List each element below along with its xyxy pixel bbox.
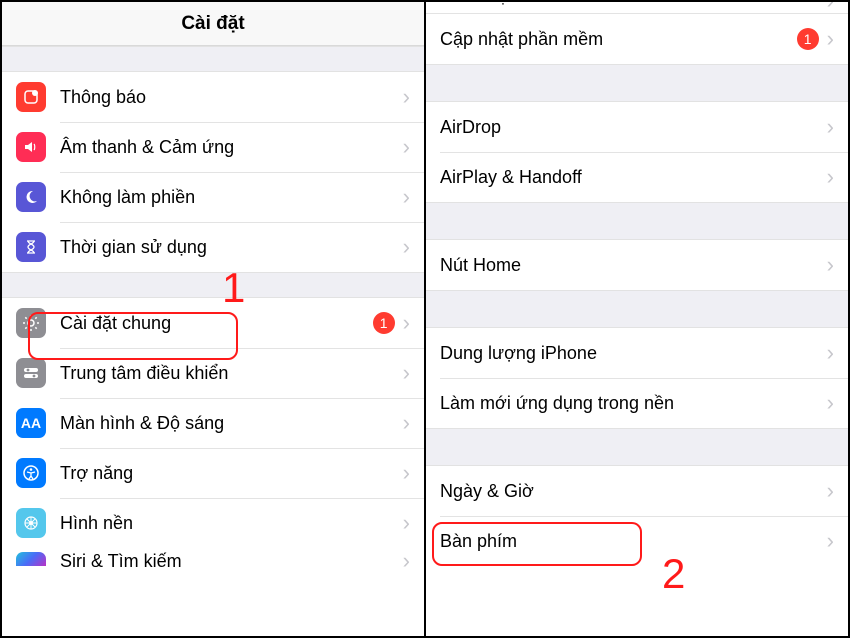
row-notifications[interactable]: Thông báo ›: [2, 72, 424, 122]
chevron-right-icon: ›: [403, 86, 410, 108]
chevron-right-icon: ›: [827, 28, 834, 50]
settings-title-label: Cài đặt: [181, 13, 244, 35]
row-software-update[interactable]: Cập nhật phần mềm 1 ›: [426, 14, 848, 64]
row-label: Trợ năng: [60, 463, 403, 484]
chevron-right-icon: ›: [403, 136, 410, 158]
group-separator: [2, 272, 424, 298]
chevron-right-icon: ›: [403, 186, 410, 208]
row-label: Hình nền: [60, 513, 403, 534]
row-airplay-handoff[interactable]: AirPlay & Handoff ›: [426, 152, 848, 202]
row-label: Cập nhật phần mềm: [440, 29, 797, 50]
chevron-right-icon: ›: [827, 342, 834, 364]
row-iphone-storage[interactable]: Dung lượng iPhone ›: [426, 328, 848, 378]
chevron-right-icon: ›: [403, 412, 410, 434]
row-home-button[interactable]: Nút Home ›: [426, 240, 848, 290]
chevron-right-icon: ›: [827, 116, 834, 138]
row-control-center[interactable]: Trung tâm điều khiển ›: [2, 348, 424, 398]
gear-icon: [16, 308, 46, 338]
chevron-right-icon: ›: [403, 312, 410, 334]
row-wallpaper[interactable]: Hình nền ›: [2, 498, 424, 548]
row-label: Màn hình & Độ sáng: [60, 413, 403, 434]
chevron-right-icon: ›: [827, 480, 834, 502]
general-settings-pane: Giới thiệu › Cập nhật phần mềm 1 › AirDr…: [426, 2, 848, 636]
row-airdrop[interactable]: AirDrop ›: [426, 102, 848, 152]
annotation-number-2: 2: [662, 550, 685, 598]
row-label: Không làm phiền: [60, 187, 403, 208]
chevron-right-icon: ›: [827, 530, 834, 552]
chevron-right-icon: ›: [403, 236, 410, 258]
chevron-right-icon: ›: [403, 548, 410, 574]
moon-icon: [16, 182, 46, 212]
row-general[interactable]: Cài đặt chung 1 ›: [2, 298, 424, 348]
row-label: Giới thiệu: [440, 2, 827, 7]
badge-count: 1: [797, 28, 819, 50]
chevron-right-icon: ›: [403, 462, 410, 484]
row-label: Thông báo: [60, 87, 403, 108]
row-label: Nút Home: [440, 255, 827, 276]
row-label: Âm thanh & Cảm ứng: [60, 137, 403, 158]
accessibility-icon: [16, 458, 46, 488]
chevron-right-icon: ›: [403, 362, 410, 384]
text-size-icon: AA: [16, 408, 46, 438]
row-label: Làm mới ứng dụng trong nền: [440, 393, 827, 414]
row-date-time[interactable]: Ngày & Giờ ›: [426, 466, 848, 516]
row-display[interactable]: AA Màn hình & Độ sáng ›: [2, 398, 424, 448]
group-separator: [2, 46, 424, 72]
settings-title: Cài đặt: [2, 2, 424, 46]
group-separator: [426, 202, 848, 240]
toggle-icon: [16, 358, 46, 388]
chevron-right-icon: ›: [827, 392, 834, 414]
annotation-number-1: 1: [222, 264, 245, 312]
hourglass-icon: [16, 232, 46, 262]
row-sounds[interactable]: Âm thanh & Cảm ứng ›: [2, 122, 424, 172]
group-separator: [426, 428, 848, 466]
row-label: Dung lượng iPhone: [440, 343, 827, 364]
settings-root-pane: Cài đặt Thông báo › Âm thanh & Cảm ứng ›…: [2, 2, 426, 636]
notification-icon: [16, 82, 46, 112]
row-label: Ngày & Giờ: [440, 481, 827, 502]
row-label: Siri & Tìm kiếm: [60, 551, 182, 572]
row-dnd[interactable]: Không làm phiền ›: [2, 172, 424, 222]
chevron-right-icon: ›: [403, 512, 410, 534]
sound-icon: [16, 132, 46, 162]
row-label: AirPlay & Handoff: [440, 167, 827, 188]
row-siri-cut[interactable]: Siri & Tìm kiếm ›: [2, 548, 424, 566]
group-separator: [426, 64, 848, 102]
row-screentime[interactable]: Thời gian sử dụng ›: [2, 222, 424, 272]
row-keyboard[interactable]: Bàn phím ›: [426, 516, 848, 566]
row-label: Trung tâm điều khiển: [60, 363, 403, 384]
row-label: Bàn phím: [440, 531, 827, 552]
row-label: AirDrop: [440, 117, 827, 138]
row-about-cut[interactable]: Giới thiệu ›: [426, 2, 848, 14]
badge-count: 1: [373, 312, 395, 334]
row-accessibility[interactable]: Trợ năng ›: [2, 448, 424, 498]
chevron-right-icon: ›: [827, 2, 834, 14]
group-separator: [426, 290, 848, 328]
row-label: Cài đặt chung: [60, 313, 373, 334]
row-background-refresh[interactable]: Làm mới ứng dụng trong nền ›: [426, 378, 848, 428]
row-label: Thời gian sử dụng: [60, 237, 403, 258]
siri-icon: [16, 552, 46, 566]
chevron-right-icon: ›: [827, 166, 834, 188]
chevron-right-icon: ›: [827, 254, 834, 276]
wallpaper-icon: [16, 508, 46, 538]
